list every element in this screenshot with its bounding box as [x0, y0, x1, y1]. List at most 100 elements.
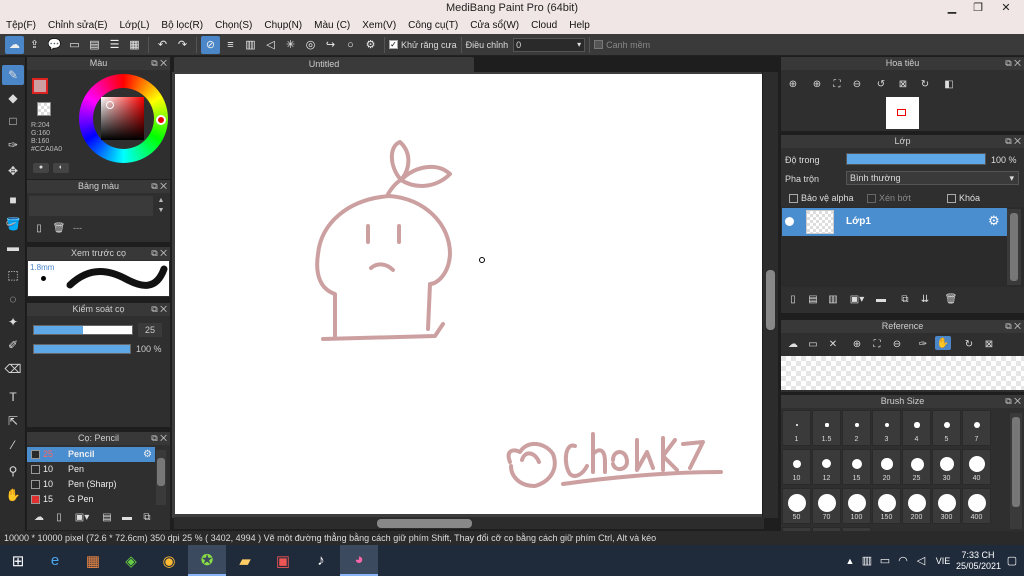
snap-soft-checkbox[interactable] — [594, 40, 604, 49]
minimize-button[interactable]: ▁ — [940, 0, 964, 17]
clock[interactable]: 7:33 CH 25/05/2021 — [956, 550, 1001, 572]
wifi-icon[interactable]: ◠ — [894, 545, 912, 576]
menu-item[interactable]: Chỉnh sửa(E) — [42, 20, 114, 31]
new-layer-icon[interactable]: ▯ — [785, 292, 801, 306]
rotate-icon[interactable]: ↻ — [961, 337, 977, 351]
fit-window-icon[interactable]: ⊠ — [895, 77, 911, 91]
network-icon[interactable]: ▥ — [858, 545, 876, 576]
brush-list-item[interactable]: 15 G Pen — [27, 492, 155, 507]
undo-icon[interactable]: ↶ — [153, 36, 172, 54]
ellipse-snap-icon[interactable]: ○ — [341, 36, 360, 54]
protect-alpha-checkbox[interactable] — [789, 194, 798, 203]
blend-mode-select[interactable]: Bình thường ▾ — [846, 171, 1019, 185]
brush-size-cell[interactable]: 25 — [902, 449, 931, 485]
hand-tool-icon[interactable]: ✋ — [2, 485, 24, 505]
cross-snap-icon[interactable]: ▥ — [241, 36, 260, 54]
panel-close-icon[interactable]: ⧉ ✕ — [151, 180, 167, 193]
notification-icon[interactable]: ▢ — [1000, 545, 1024, 576]
brush-size-cell[interactable]: 7 — [962, 410, 991, 446]
magic-wand-tool-icon[interactable]: ✦ — [2, 312, 24, 332]
select-pen-tool-icon[interactable]: ✐ — [2, 335, 24, 355]
menu-item[interactable]: Help — [563, 20, 596, 31]
menu-item[interactable]: Chọn(S) — [209, 20, 258, 31]
volume-icon[interactable]: ◁ — [912, 545, 930, 576]
layer-row[interactable]: Lớp1 ⚙ — [782, 208, 1007, 236]
brush-size-cell[interactable]: 12 — [812, 449, 841, 485]
maximize-button[interactable]: ❐ — [966, 0, 990, 17]
brush-size-scrollbar[interactable] — [1010, 413, 1022, 529]
vertical-scrollbar[interactable] — [763, 72, 778, 518]
app-grid-icon[interactable]: ▦ — [74, 545, 112, 576]
brush-size-cell[interactable]: 2 — [842, 410, 871, 446]
radial-snap-icon[interactable]: ✳ — [281, 36, 300, 54]
eraser-tool-icon[interactable]: ◆ — [2, 88, 24, 108]
brush-size-slider[interactable] — [33, 325, 133, 335]
brush-size-cell[interactable]: 1.5 — [812, 410, 841, 446]
rotate-left-icon[interactable]: ↺ — [873, 77, 889, 91]
tiktok-icon[interactable]: ♪ — [302, 545, 340, 576]
new-layer-1bit-icon[interactable]: ▥ — [825, 292, 841, 306]
brush-list-scroll-thumb[interactable] — [157, 458, 165, 486]
flip-icon[interactable]: ◧ — [941, 77, 957, 91]
reference-canvas[interactable] — [781, 356, 1024, 390]
layer-opacity-slider[interactable] — [846, 153, 986, 165]
brush-size-cell[interactable]: 200 — [902, 488, 931, 524]
brush-menu-icon[interactable]: ▣▾ — [71, 510, 93, 524]
duplicate-layer-icon[interactable]: ⧉ — [897, 292, 913, 306]
swap-color-icon[interactable]: ● — [33, 163, 49, 173]
brush-size-cell[interactable]: 30 — [932, 449, 961, 485]
panel-close-icon[interactable]: ⧉ ✕ — [151, 432, 167, 445]
zoom-in-icon[interactable]: ⊕ — [849, 337, 865, 351]
menu-item[interactable]: Lớp(L) — [114, 20, 156, 31]
gradient-tool-icon[interactable]: ▬ — [2, 237, 24, 257]
ie-browser-icon[interactable]: e — [36, 545, 74, 576]
close-button[interactable]: ✕ — [994, 0, 1018, 17]
folder-icon[interactable]: ▬ — [119, 510, 135, 524]
vertical-scroll-thumb[interactable] — [766, 270, 775, 330]
menu-item[interactable]: Chụp(N) — [258, 20, 308, 31]
navigator-thumbnail[interactable] — [886, 97, 919, 129]
trash-icon[interactable]: 🗑 — [51, 221, 67, 235]
brush-size-scroll-thumb[interactable] — [1012, 417, 1020, 507]
doc-icon[interactable]: ▤ — [85, 36, 104, 54]
brush-size-value[interactable]: 25 — [138, 323, 162, 337]
color-picker-cursor[interactable] — [106, 101, 114, 109]
eyedropper-tool-icon[interactable]: ⚲ — [2, 461, 24, 481]
language-indicator[interactable]: VIE — [930, 545, 956, 576]
cloud-icon[interactable]: ☁ — [5, 35, 24, 54]
rotate-right-icon[interactable]: ↻ — [917, 77, 933, 91]
new-layer-8bit-icon[interactable]: ▤ — [805, 292, 821, 306]
select-eraser-tool-icon[interactable]: ⌫ — [2, 359, 24, 379]
brush-size-cell[interactable]: 3 — [872, 410, 901, 446]
grid-icon[interactable]: ▦ — [125, 36, 144, 54]
open-folder-icon[interactable]: ▭ — [805, 337, 821, 351]
zoom-out-icon[interactable]: ⊖ — [849, 77, 865, 91]
duplicate-icon[interactable]: ⧉ — [139, 510, 155, 524]
eyedropper-icon[interactable]: ◐ — [53, 163, 69, 173]
brush-size-cell[interactable]: 150 — [872, 488, 901, 524]
bucket-tool-icon[interactable]: 🪣 — [2, 214, 24, 234]
brush-size-cell[interactable]: 40 — [962, 449, 991, 485]
panel-close-icon[interactable]: ⧉ ✕ — [151, 303, 167, 316]
brush-size-cell[interactable]: 50 — [782, 488, 811, 524]
panel-close-icon[interactable]: ⧉ ✕ — [151, 57, 167, 70]
add-brush-icon[interactable]: ☁ — [31, 510, 47, 524]
divide-tool-icon[interactable]: ⁄ — [2, 435, 24, 455]
main-color-swatch[interactable] — [32, 78, 48, 94]
eye-icon[interactable] — [785, 217, 794, 226]
brush-size-cell[interactable]: 4 — [902, 410, 931, 446]
layer-list-scrollbar[interactable] — [1007, 209, 1021, 285]
blur-tool-icon[interactable]: ✑ — [2, 135, 24, 155]
chrome-icon[interactable]: ◉ — [150, 545, 188, 576]
navigator-viewport[interactable] — [897, 109, 906, 116]
brush-copy-icon[interactable]: ▤ — [99, 510, 115, 524]
move-tool-icon[interactable]: ✥ — [2, 161, 24, 181]
redo-icon[interactable]: ↷ — [173, 36, 192, 54]
circle-snap-icon[interactable]: ◎ — [301, 36, 320, 54]
brush-list-item[interactable]: 10 Pen (Sharp) — [27, 477, 155, 492]
lock-checkbox[interactable] — [947, 194, 956, 203]
panel-close-icon[interactable]: ⧉ ✕ — [1005, 320, 1021, 333]
brush-size-cell[interactable]: 15 — [842, 449, 871, 485]
medibang-icon[interactable]: ◕ — [340, 545, 378, 576]
palette-swatches[interactable] — [29, 196, 153, 216]
